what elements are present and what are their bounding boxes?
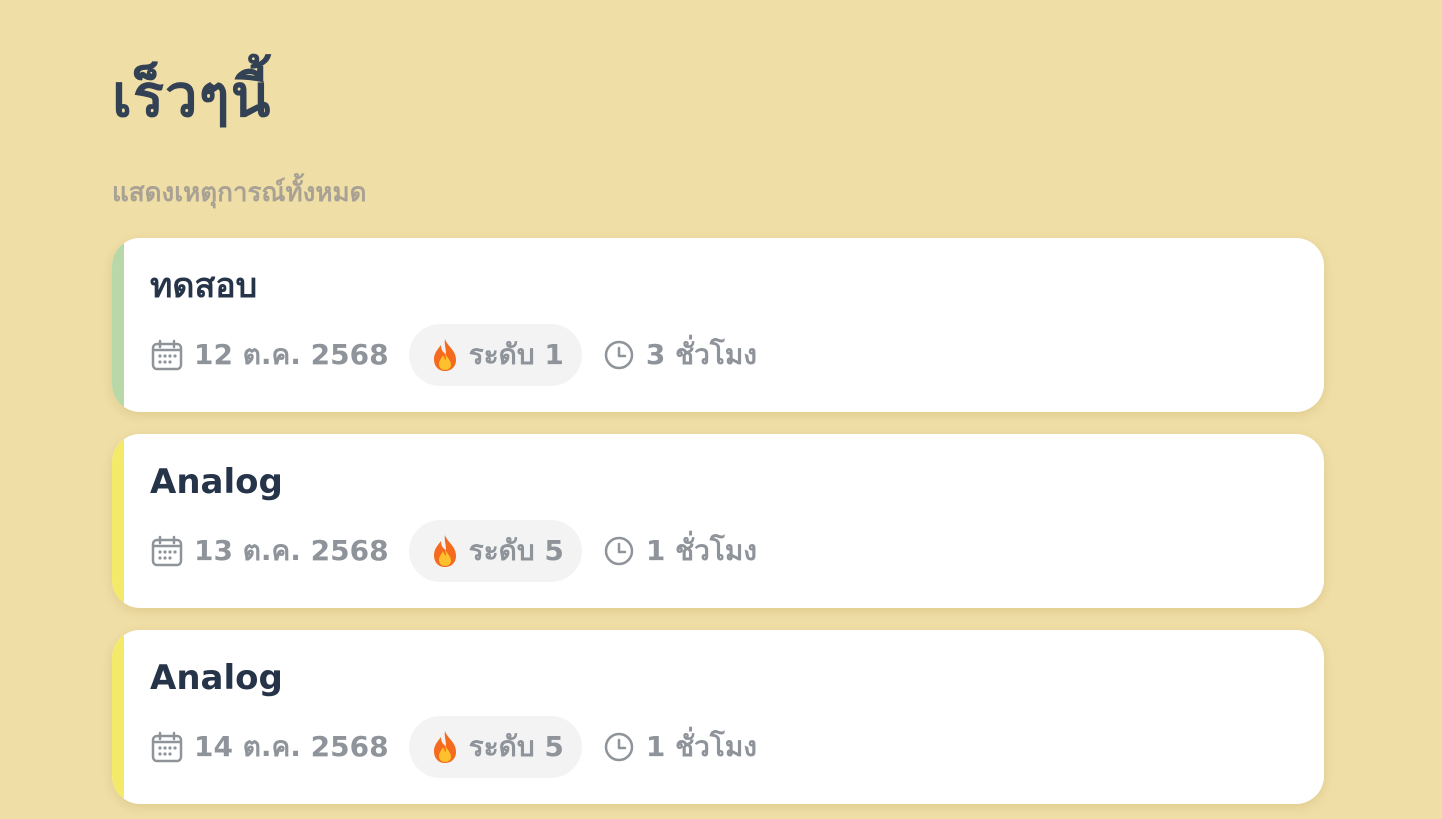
event-title: ทดสอบ	[150, 266, 258, 306]
clock-icon	[602, 534, 636, 568]
event-level-badge: ระดับ 5	[408, 716, 582, 778]
event-duration: 1 ชั่วโมง	[602, 529, 757, 573]
event-meta-row: 13 ต.ค. 2568 ระดับ 5 1 ชั่วโมง	[150, 520, 757, 582]
calendar-icon	[150, 730, 184, 764]
clock-icon	[602, 730, 636, 764]
event-date-text: 12 ต.ค. 2568	[194, 338, 389, 371]
event-date: 12 ต.ค. 2568	[150, 333, 389, 377]
event-duration: 1 ชั่วโมง	[602, 725, 757, 769]
event-level-text: ระดับ 1	[468, 338, 564, 371]
event-card[interactable]: Analog 14 ต.ค. 2568 ระดับ 5 1 ชั่วโมง	[112, 630, 1324, 804]
calendar-icon	[150, 534, 184, 568]
event-list: ทดสอบ 12 ต.ค. 2568 ระดับ 1 3 ชั่วโมง Ana…	[112, 238, 1324, 819]
event-duration-text: 3 ชั่วโมง	[645, 338, 757, 371]
fire-icon	[429, 533, 461, 569]
event-duration-text: 1 ชั่วโมง	[645, 534, 757, 567]
fire-icon	[429, 729, 461, 765]
event-card[interactable]: Analog 13 ต.ค. 2568 ระดับ 5 1 ชั่วโมง	[112, 434, 1324, 608]
event-meta-row: 12 ต.ค. 2568 ระดับ 1 3 ชั่วโมง	[150, 324, 757, 386]
page-subtitle: แสดงเหตุการณ์ทั้งหมด	[112, 178, 367, 208]
event-meta-row: 14 ต.ค. 2568 ระดับ 5 1 ชั่วโมง	[150, 716, 757, 778]
event-date-text: 14 ต.ค. 2568	[194, 730, 389, 763]
event-level-text: ระดับ 5	[468, 730, 564, 763]
clock-icon	[602, 338, 636, 372]
event-title: Analog	[150, 658, 283, 698]
event-level-text: ระดับ 5	[468, 534, 564, 567]
event-date: 13 ต.ค. 2568	[150, 529, 389, 573]
event-card[interactable]: ทดสอบ 12 ต.ค. 2568 ระดับ 1 3 ชั่วโมง	[112, 238, 1324, 412]
event-date-text: 13 ต.ค. 2568	[194, 534, 389, 567]
recent-events-page: เร็วๆนี้ แสดงเหตุการณ์ทั้งหมด ทดสอบ 12 ต…	[0, 0, 1442, 819]
page-title: เร็วๆนี้	[112, 62, 272, 130]
calendar-icon	[150, 338, 184, 372]
fire-icon	[429, 337, 461, 373]
event-level-badge: ระดับ 5	[408, 520, 582, 582]
event-date: 14 ต.ค. 2568	[150, 725, 389, 769]
event-duration: 3 ชั่วโมง	[602, 333, 757, 377]
event-level-badge: ระดับ 1	[408, 324, 582, 386]
event-duration-text: 1 ชั่วโมง	[645, 730, 757, 763]
event-title: Analog	[150, 462, 283, 502]
